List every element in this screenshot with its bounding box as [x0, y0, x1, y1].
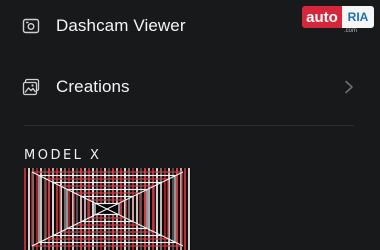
- menu-item-creations[interactable]: Creations: [0, 65, 380, 109]
- watermark-logo: auto RIA .com: [302, 6, 374, 34]
- model-name: Model X: [24, 148, 102, 163]
- camera-screen-icon: [22, 18, 40, 34]
- divider: [24, 125, 354, 126]
- menu-item-label: Creations: [56, 77, 130, 96]
- model-artwork-image[interactable]: [24, 168, 191, 250]
- chevron-right-icon: [345, 80, 353, 94]
- logo-ria-text: RIA: [342, 6, 374, 28]
- gallery-icon: [22, 78, 40, 96]
- logo-auto-text: auto: [302, 6, 342, 28]
- logo-sub-text: .com: [344, 28, 358, 34]
- menu-item-label: Dashcam Viewer: [56, 16, 186, 35]
